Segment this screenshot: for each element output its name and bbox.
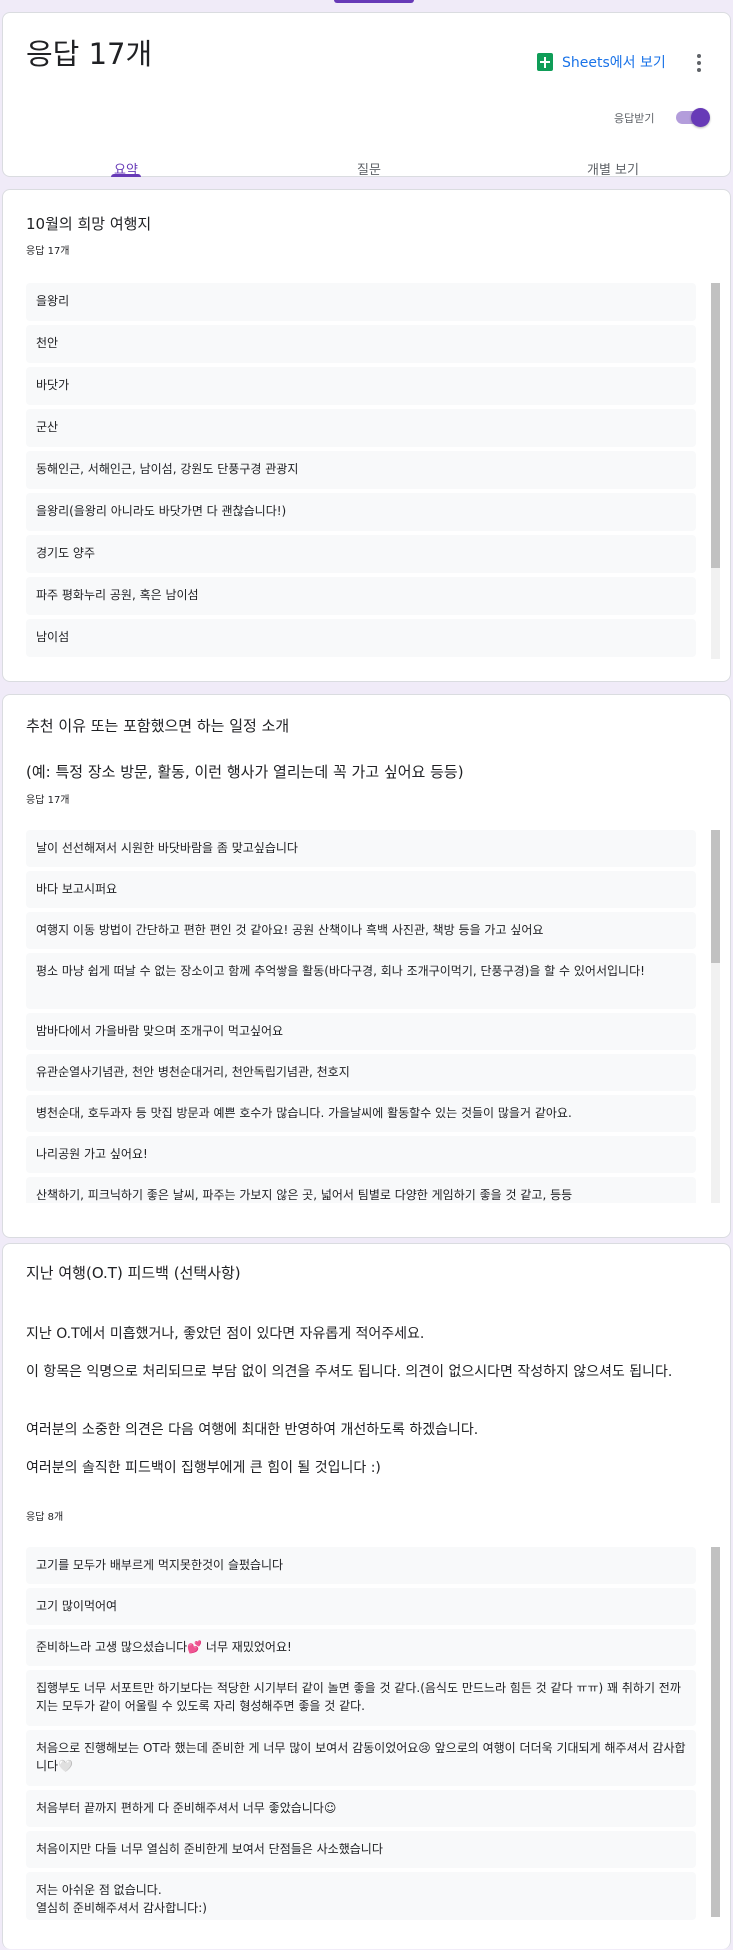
responses-header-card: 응답 17개 Sheets에서 보기 응답받기 요약 질문 개별 보기 xyxy=(2,12,731,178)
accepting-responses-toggle[interactable] xyxy=(674,107,710,127)
list-item: 여행지 이동 방법이 간단하고 편한 편인 것 같아요! 공원 산책이나 흑백 … xyxy=(26,912,696,949)
response-tabs: 요약 질문 개별 보기 xyxy=(3,151,730,178)
question-description-line: 이 항목은 익명으로 처리되므로 부담 없이 의견을 주셔도 됩니다. 의견이 … xyxy=(26,1364,673,1380)
list-item: 고기를 모두가 배부르게 먹지못한것이 슬펐습니다 xyxy=(26,1547,696,1584)
answer-list-scrollbar[interactable] xyxy=(711,830,720,1203)
list-item: 남이섬 xyxy=(26,619,696,657)
list-item: 처음으로 진행해보는 OT라 했는데 준비한 게 너무 많이 보여서 감동이었어… xyxy=(26,1730,696,1786)
view-in-sheets-button[interactable]: Sheets에서 보기 xyxy=(537,52,666,72)
question-title: 추천 이유 또는 포함했으면 하는 일정 소개 xyxy=(26,717,290,735)
answer-list: 을왕리 천안 바닷가 군산 동해인근, 서해인근, 남이섬, 강원도 단풍구경 … xyxy=(26,283,696,659)
list-item: 유관순열사기념관, 천안 병천순대거리, 천안독립기념관, 천호지 xyxy=(26,1054,696,1091)
list-item: 을왕리(을왕리 아니라도 바닷가면 다 괜찮습니다!) xyxy=(26,493,696,531)
list-item: 동해인근, 서해인근, 남이섬, 강원도 단풍구경 관광지 xyxy=(26,451,696,489)
list-item: 준비하느라 고생 많으셨습니다💕 너무 재밌었어요! xyxy=(26,1629,696,1666)
answer-list: 날이 선선해져서 시원한 바닷바람을 좀 맞고싶습니다 바다 보고시퍼요 여행지… xyxy=(26,830,696,1203)
answer-list: 고기를 모두가 배부르게 먹지못한것이 슬펐습니다 고기 많이먹어여 준비하느라… xyxy=(26,1547,696,1950)
active-tab-indicator xyxy=(111,174,141,177)
question-description-line: 여러분의 솔직한 피드백이 집행부에게 큰 힘이 될 것입니다 :) xyxy=(26,1460,381,1476)
answer-list-scrollbar[interactable] xyxy=(711,1547,720,1917)
list-item: 날이 선선해져서 시원한 바닷바람을 좀 맞고싶습니다 xyxy=(26,830,696,867)
question-title: 10월의 희망 여행지 xyxy=(26,215,152,233)
list-item: 처음이지만 다들 너무 열심히 준비한게 보여서 단점들은 사소했습니다 xyxy=(26,1831,696,1868)
question-description-line: 지난 O.T에서 미흡했거나, 좋았던 점이 있다면 자유롭게 적어주세요. xyxy=(26,1326,425,1342)
list-item: 고기 많이먹어여 xyxy=(26,1588,696,1625)
question-description-line: 여러분의 소중한 의견은 다음 여행에 최대한 반영하여 개선하도록 하겠습니다… xyxy=(26,1422,479,1438)
response-count: 응답 17개 xyxy=(26,246,70,257)
list-item: 파주 평화누리 공원, 혹은 남이섬 xyxy=(26,577,696,615)
answer-list-scrollbar[interactable] xyxy=(711,283,720,659)
list-item: 병천순대, 호두과자 등 맛집 방문과 예쁜 호수가 많습니다. 가을날씨에 활… xyxy=(26,1095,696,1132)
tab-individual[interactable]: 개별 보기 xyxy=(587,159,639,178)
more-options-icon[interactable] xyxy=(696,54,702,74)
list-item: 집행부도 너무 서포트만 하기보다는 적당한 시기부터 같이 놀면 좋을 것 같… xyxy=(26,1670,696,1726)
list-item: 평소 마냥 쉽게 떠날 수 없는 장소이고 함께 추억쌓을 활동(바다구경, 회… xyxy=(26,953,696,1009)
response-count-title: 응답 17개 xyxy=(26,37,153,71)
accepting-responses-label: 응답받기 xyxy=(614,112,655,125)
list-item: 저는 아쉬운 점 없습니다. 열심히 준비해주셔서 감사합니다:) xyxy=(26,1872,696,1920)
question-description: (예: 특정 장소 방문, 활동, 이런 행사가 열리는데 꼭 가고 싶어요 등… xyxy=(26,763,464,781)
question-card-reason: 추천 이유 또는 포함했으면 하는 일정 소개 (예: 특정 장소 방문, 활동… xyxy=(2,694,731,1238)
list-item: 산책하기, 피크닉하기 좋은 날씨, 파주는 가보지 않은 곳, 넓어서 팀별로… xyxy=(26,1177,696,1203)
response-count: 응답 8개 xyxy=(26,1512,64,1523)
question-card-feedback: 지난 여행(O.T) 피드백 (선택사항) 지난 O.T에서 미흡했거나, 좋았… xyxy=(2,1243,731,1949)
list-item: 밤바다에서 가을바람 맞으며 조개구이 먹고싶어요 xyxy=(26,1013,696,1050)
list-item: 을왕리 xyxy=(26,283,696,321)
top-accent-bar xyxy=(334,0,414,3)
tab-questions[interactable]: 질문 xyxy=(357,159,381,178)
list-item: 바닷가 xyxy=(26,367,696,405)
response-count: 응답 17개 xyxy=(26,795,70,806)
list-item: 나리공원 가고 싶어요! xyxy=(26,1136,696,1173)
google-sheets-icon xyxy=(537,53,553,71)
question-card-destination: 10월의 희망 여행지 응답 17개 을왕리 천안 바닷가 군산 동해인근, 서… xyxy=(2,189,731,682)
list-item: 처음부터 끝까지 편하게 다 준비해주셔서 너무 좋았습니다☺ xyxy=(26,1790,696,1827)
list-item: 천안 xyxy=(26,325,696,363)
view-in-sheets-label: Sheets에서 보기 xyxy=(562,55,666,71)
list-item: 바다 보고시퍼요 xyxy=(26,871,696,908)
question-title: 지난 여행(O.T) 피드백 (선택사항) xyxy=(26,1264,241,1282)
list-item: 경기도 양주 xyxy=(26,535,696,573)
list-item: 군산 xyxy=(26,409,696,447)
